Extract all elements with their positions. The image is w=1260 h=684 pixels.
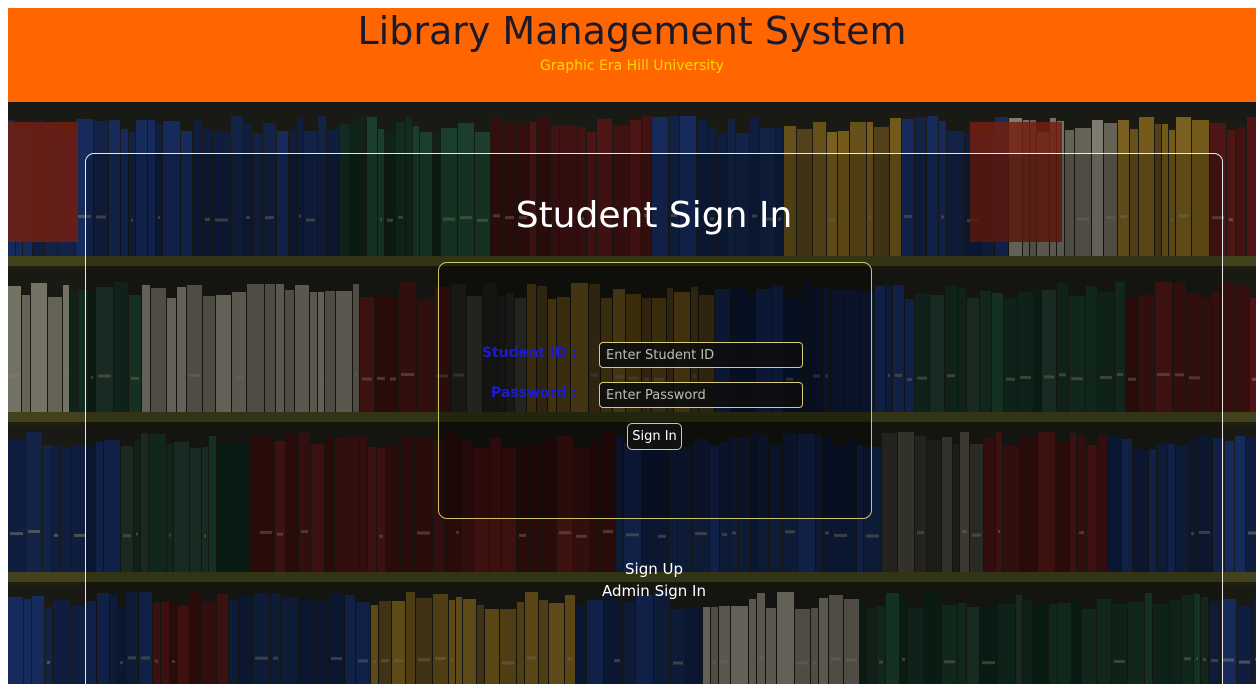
student-id-label: Student ID : bbox=[481, 345, 577, 361]
password-input[interactable] bbox=[599, 382, 803, 408]
site-subtitle: Graphic Era Hill University bbox=[540, 58, 724, 74]
panel-title: Student Sign In bbox=[515, 195, 793, 236]
signin-panel: Student Sign In Student ID : Password : … bbox=[85, 153, 1223, 684]
site-header: Library Management System Graphic Era Hi… bbox=[8, 8, 1256, 102]
site-title: Library Management System bbox=[357, 9, 907, 53]
admin-sign-in-link[interactable]: Admin Sign In bbox=[86, 581, 1222, 601]
student-id-input[interactable] bbox=[599, 342, 803, 368]
password-label: Password : bbox=[491, 385, 577, 401]
sign-in-button[interactable]: Sign In bbox=[627, 423, 682, 450]
sign-up-link[interactable]: Sign Up bbox=[86, 559, 1222, 579]
signin-form: Student ID : Password : Sign In bbox=[438, 262, 872, 519]
page-frame: Library Management System Graphic Era Hi… bbox=[8, 8, 1256, 684]
